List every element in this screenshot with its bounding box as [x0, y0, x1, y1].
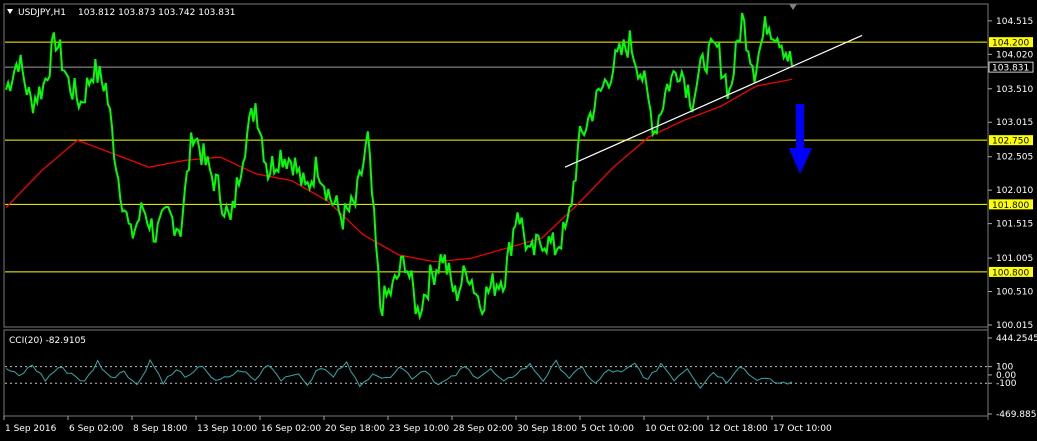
y-tick-label: 100.015: [996, 321, 1033, 331]
x-tick-label: 17 Oct 10:00: [773, 424, 832, 434]
level-label: 100.800: [992, 268, 1029, 278]
x-tick-label: 10 Oct 02:00: [645, 424, 704, 434]
x-tick-label: 16 Sep 02:00: [261, 424, 321, 434]
y-tick-label: 100.510: [996, 288, 1033, 298]
level-label: 102.750: [992, 137, 1029, 147]
y-tick-label: 103.015: [996, 118, 1033, 128]
x-tick-label: 23 Sep 10:00: [389, 424, 449, 434]
x-tick-label: 13 Sep 10:00: [197, 424, 257, 434]
chart-svg: USDJPY,H1 103.812 103.873 103.742 103.83…: [3, 3, 1037, 434]
y-tick-label: 104.020: [996, 50, 1033, 60]
x-tick-label: 8 Sep 18:00: [133, 424, 188, 434]
y-tick-label: 101.005: [996, 254, 1033, 264]
level-label: 101.800: [992, 201, 1029, 211]
cci-tick-label: 444.2545: [996, 334, 1037, 344]
x-tick-label: 6 Sep 02:00: [69, 424, 124, 434]
y-tick-label: 102.505: [996, 153, 1033, 163]
cci-tick-label: -100: [996, 379, 1017, 389]
main-panel-frame: [3, 3, 989, 328]
x-tick-label: 12 Oct 18:00: [709, 424, 768, 434]
x-tick-label: 30 Sep 18:00: [517, 424, 577, 434]
ohlc-values: 103.812 103.873 103.742 103.831: [78, 8, 235, 18]
y-tick-label: 102.010: [996, 186, 1033, 196]
cci-panel-frame: [3, 329, 989, 417]
x-tick-label: 28 Sep 02:00: [453, 424, 513, 434]
level-label: 104.200: [992, 39, 1029, 49]
y-tick-label: 103.510: [996, 85, 1033, 95]
price-axis: 104.200 102.750 101.800 100.800 103.831 104.5…: [988, 17, 1033, 331]
cci-tick-label: -469.8855: [996, 410, 1037, 420]
x-tick-label: 5 Oct 10:00: [581, 424, 634, 434]
y-tick-label: 104.515: [996, 17, 1033, 27]
symbol-title: USDJPY,H1: [18, 8, 66, 18]
x-tick-label: 1 Sep 2016: [5, 424, 57, 434]
current-price-label: 103.831: [992, 64, 1029, 74]
x-tick-label: 20 Sep 18:00: [325, 424, 385, 434]
y-tick-label: 101.515: [996, 220, 1033, 230]
cci-title: CCI(20) -82.9105: [9, 336, 86, 346]
time-axis: 1 Sep 2016 6 Sep 02:00 8 Sep 18:00 13 Sep 1…: [3, 416, 832, 434]
